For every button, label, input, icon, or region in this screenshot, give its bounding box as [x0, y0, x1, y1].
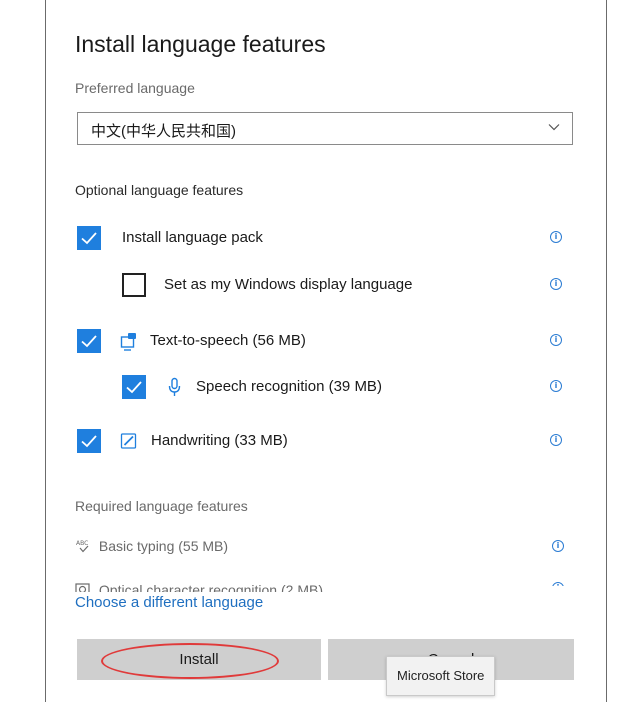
- checkbox-speech-recognition[interactable]: [122, 375, 146, 399]
- required-feature-ocr: Optical character recognition (2 MB): [75, 578, 575, 592]
- svg-text:ABC: ABC: [76, 540, 88, 547]
- ocr-icon: [75, 583, 95, 592]
- feature-label: Optical character recognition (2 MB): [98, 582, 323, 592]
- checkbox-handwriting[interactable]: [77, 429, 101, 453]
- highlight-annotation-oval: [101, 643, 279, 679]
- preferred-language-label: Preferred language: [75, 80, 195, 96]
- feature-label: Basic typing (55 MB): [98, 538, 229, 555]
- dialog-title: Install language features: [75, 31, 326, 57]
- feature-row-language-pack: Install language pack i: [77, 226, 577, 252]
- preferred-language-dropdown[interactable]: 中文(中华人民共和国): [77, 112, 573, 145]
- feature-label: Install language pack: [122, 229, 263, 246]
- window-right-edge: [606, 0, 607, 702]
- choose-different-language-link[interactable]: Choose a different language: [75, 594, 263, 611]
- required-feature-basic-typing: ABC Basic typing (55 MB): [75, 538, 228, 557]
- chevron-down-icon: [548, 120, 560, 134]
- info-icon[interactable]: i: [550, 380, 562, 392]
- optional-features-label: Optional language features: [75, 182, 244, 198]
- feature-label: Speech recognition (39 MB): [196, 378, 382, 395]
- info-icon[interactable]: i: [550, 278, 562, 290]
- feature-row-text-to-speech: Text-to-speech (56 MB) i: [77, 329, 577, 355]
- install-language-dialog: Install language features Preferred lang…: [46, 0, 606, 702]
- feature-label: Text-to-speech (56 MB): [150, 332, 306, 349]
- info-icon[interactable]: i: [550, 334, 562, 346]
- feature-label: Handwriting (33 MB): [151, 432, 288, 449]
- required-features-label: Required language features: [75, 498, 248, 514]
- handwriting-icon: [120, 431, 138, 451]
- checkbox-install-language-pack[interactable]: [77, 226, 101, 250]
- feature-row-display-language: Set as my Windows display language i: [122, 273, 577, 299]
- checkbox-text-to-speech[interactable]: [77, 329, 101, 353]
- info-icon[interactable]: i: [552, 582, 564, 586]
- text-to-speech-icon: [120, 331, 138, 351]
- checkbox-display-language[interactable]: [122, 273, 146, 297]
- info-icon-clipped: i: [551, 578, 565, 586]
- info-icon[interactable]: i: [550, 231, 562, 243]
- preferred-language-value: 中文(中华人民共和国): [91, 123, 236, 140]
- spellcheck-icon: ABC: [75, 538, 95, 557]
- microphone-icon: [166, 377, 184, 397]
- info-icon[interactable]: i: [552, 540, 564, 552]
- feature-row-speech-recognition: Speech recognition (39 MB) i: [122, 375, 577, 401]
- feature-label: Set as my Windows display language: [164, 276, 413, 293]
- feature-row-handwriting: Handwriting (33 MB) i: [77, 429, 577, 455]
- info-icon[interactable]: i: [550, 434, 562, 446]
- microsoft-store-tooltip: Microsoft Store: [386, 656, 496, 696]
